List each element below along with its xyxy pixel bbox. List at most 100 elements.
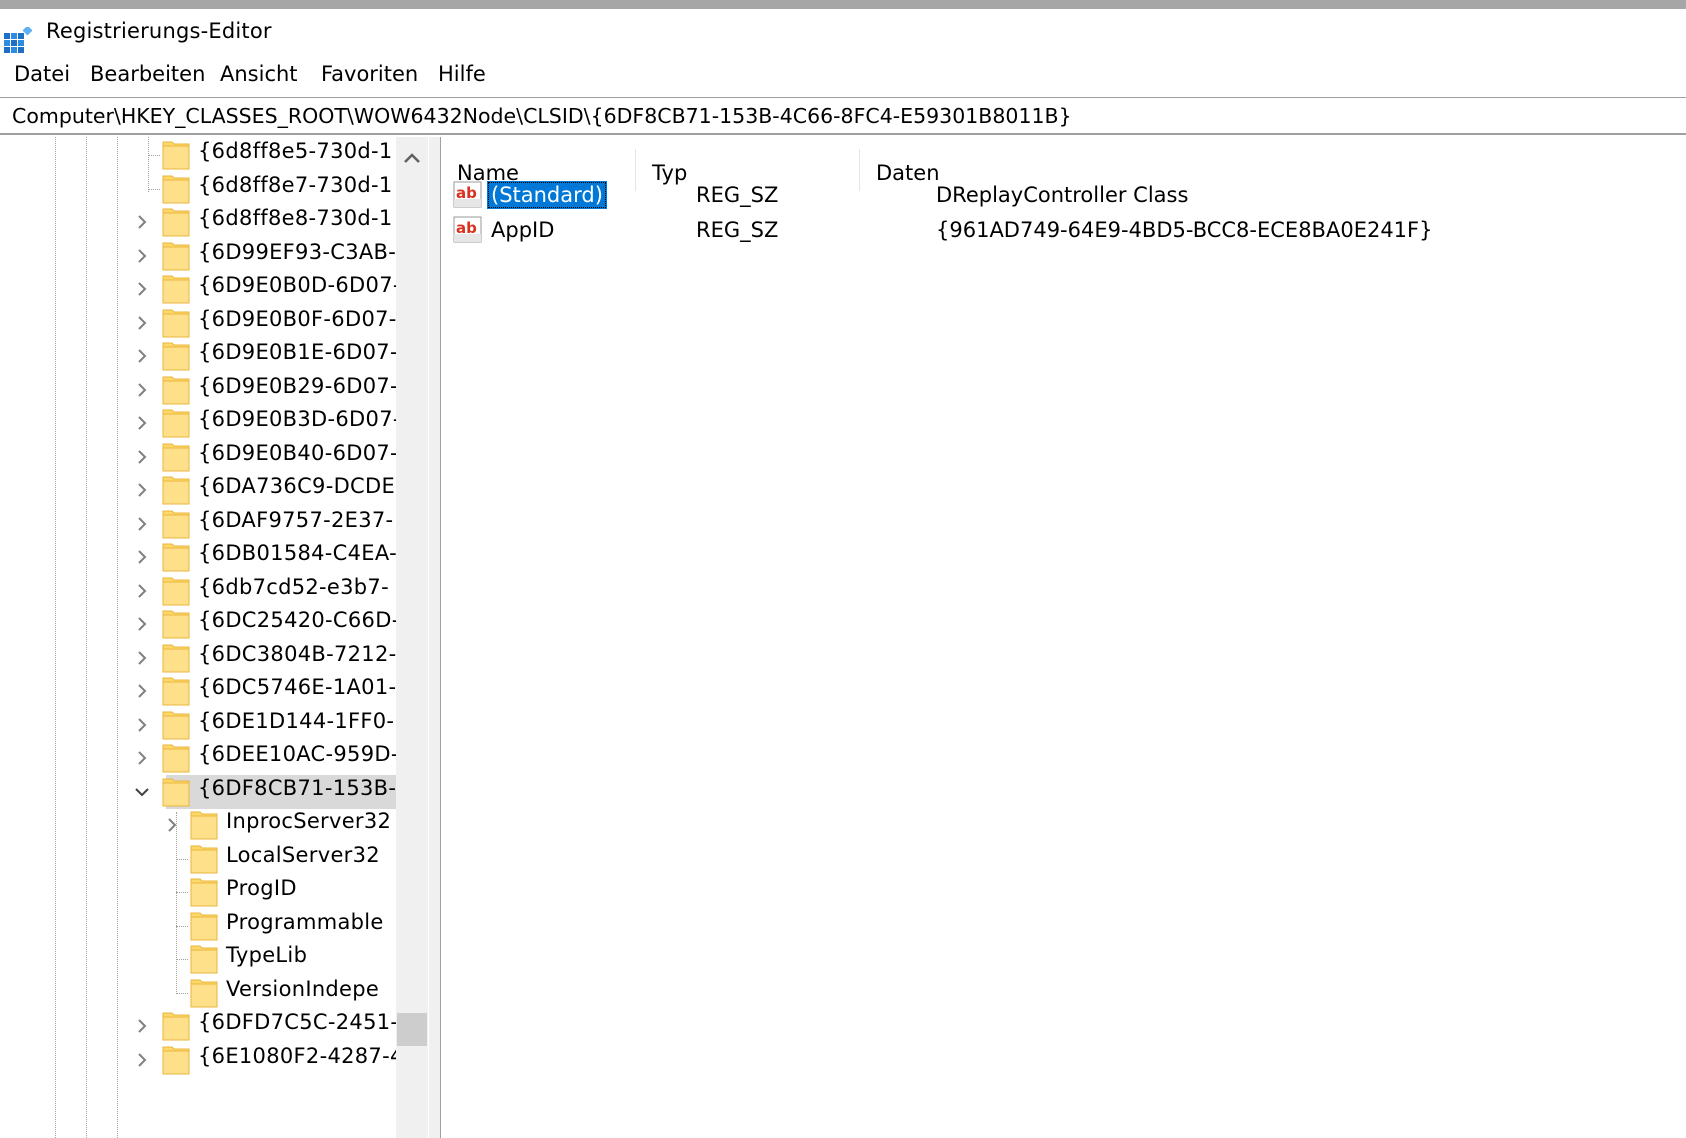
chevron-right-icon[interactable] <box>134 315 150 331</box>
tree-connector <box>148 155 160 156</box>
chevron-right-icon[interactable] <box>134 583 150 599</box>
folder-icon <box>162 610 190 639</box>
folder-icon <box>162 711 190 739</box>
value-type: REG_SZ <box>696 183 779 207</box>
scroll-up-arrow-icon[interactable] <box>396 142 428 178</box>
tree-item[interactable]: {6D9E0B40-6D07- <box>0 439 398 475</box>
tree-item-label: {6d8ff8e7-730d-1 <box>198 172 393 197</box>
tree-item-label: {6d8ff8e5-730d-1 <box>198 139 393 163</box>
tree-item[interactable]: VersionIndepe <box>0 975 396 1011</box>
tree-item[interactable]: {6d8ff8e8-730d-1 <box>0 204 396 240</box>
folder-icon <box>190 912 218 940</box>
tree-item-label: {6DB01584-C4EA- <box>198 541 397 565</box>
value-name[interactable]: (Standard) <box>487 181 607 209</box>
chevron-right-icon[interactable] <box>134 516 150 532</box>
folder-icon <box>162 778 190 806</box>
chevron-right-icon[interactable] <box>164 817 180 833</box>
tree-connector <box>176 858 188 860</box>
address-path[interactable]: Computer\HKEY_CLASSES_ROOT\WOW6432Node\C… <box>12 104 1072 128</box>
chevron-right-icon[interactable] <box>134 382 150 398</box>
chevron-right-icon[interactable] <box>134 482 150 498</box>
menu-hilfe[interactable]: Hilfe <box>438 62 486 86</box>
value-type: REG_SZ <box>696 218 779 242</box>
key-tree[interactable]: {6d8ff8e5-730d-1 {6d8ff8e7-730d-1 {6d8ff8e… <box>0 137 398 1138</box>
value-row[interactable]: ab AppID REG_SZ {961AD749-64E9-4BD5-BCC8-EC… <box>441 212 1686 248</box>
tree-scrollbar[interactable] <box>396 137 428 1138</box>
folder-icon <box>190 878 218 907</box>
tree-connector <box>148 188 160 190</box>
chevron-right-icon[interactable] <box>134 750 150 766</box>
folder-icon <box>162 644 190 672</box>
folder-icon <box>162 1012 190 1041</box>
chevron-right-icon[interactable] <box>134 248 150 264</box>
chevron-right-icon[interactable] <box>134 214 150 230</box>
tree-item[interactable]: Programmable <box>0 908 396 944</box>
tree-item[interactable]: {6DC5746E-1A01- <box>0 673 396 709</box>
menu-ansicht[interactable]: Ansicht <box>220 62 298 86</box>
tree-item[interactable]: {6db7cd52-e3b7- <box>0 573 396 609</box>
folder-icon <box>190 845 218 873</box>
chevron-right-icon[interactable] <box>134 717 150 733</box>
tree-item[interactable]: {6D9E0B3D-6D07- <box>0 405 398 441</box>
tree-item-label: {6DC5746E-1A01- <box>198 675 397 699</box>
tree-item[interactable]: {6d8ff8e5-730d-1 <box>0 137 396 173</box>
tree-connector <box>176 992 188 994</box>
window-top-edge <box>0 0 1686 9</box>
tree-item[interactable]: {6D9E0B29-6D07- <box>0 372 398 408</box>
tree-item[interactable]: {6d8ff8e7-730d-1 <box>0 171 396 207</box>
scrollbar-thumb[interactable] <box>397 1013 427 1046</box>
value-data: DReplayController Class <box>936 183 1189 207</box>
chevron-right-icon[interactable] <box>134 1052 150 1068</box>
chevron-right-icon[interactable] <box>134 650 150 666</box>
tree-item[interactable]: {6DFD7C5C-2451- <box>0 1008 398 1044</box>
tree-item[interactable]: {6DA736C9-DCDE <box>0 472 396 508</box>
folder-icon <box>162 677 190 706</box>
tree-item[interactable]: ProgID <box>0 874 396 910</box>
reg-sz-icon: ab <box>453 216 482 243</box>
tree-item[interactable]: LocalServer32 <box>0 841 396 877</box>
chevron-right-icon[interactable] <box>134 683 150 699</box>
tree-item[interactable]: {6D9E0B0F-6D07- <box>0 305 396 341</box>
menu-datei[interactable]: Datei <box>14 62 70 86</box>
tree-item-label: {6d8ff8e8-730d-1 <box>198 206 393 230</box>
folder-icon <box>190 945 218 974</box>
menu-favoriten[interactable]: Favoriten <box>321 62 418 86</box>
tree-item[interactable]: {6DEE10AC-959D- <box>0 740 398 776</box>
menu-bearbeiten[interactable]: Bearbeiten <box>90 62 205 86</box>
tree-item[interactable]: {6D9E0B0D-6D07- <box>0 271 398 307</box>
chevron-right-icon[interactable] <box>134 281 150 297</box>
chevron-right-icon[interactable] <box>134 415 150 431</box>
tree-item[interactable]: InprocServer32 <box>0 807 396 843</box>
tree-item[interactable]: {6DC25420-C66D- <box>0 606 398 642</box>
values-list[interactable]: Name Typ Daten ab (Standard) REG_SZ DReplay… <box>441 137 1686 1138</box>
folder-icon <box>162 744 190 773</box>
tree-item[interactable]: {6DE1D144-1FF0- <box>0 707 396 743</box>
folder-icon <box>190 811 218 840</box>
chevron-right-icon[interactable] <box>134 348 150 364</box>
value-row[interactable]: ab (Standard) REG_SZ DReplayController Clas… <box>441 177 1686 213</box>
chevron-right-icon[interactable] <box>134 616 150 632</box>
tree-item[interactable]: {6DF8CB71-153B- <box>0 774 396 810</box>
tree-item[interactable]: {6D9E0B1E-6D07- <box>0 338 398 374</box>
folder-icon <box>162 242 190 270</box>
chevron-right-icon[interactable] <box>134 449 150 465</box>
tree-connector <box>176 925 188 927</box>
tree-item[interactable]: {6DB01584-C4EA- <box>0 539 397 575</box>
tree-item-label: {6db7cd52-e3b7- <box>198 574 389 599</box>
tree-item[interactable]: {6E1080F2-4287-4 <box>0 1042 398 1078</box>
tree-item[interactable]: {6DAF9757-2E37- <box>0 506 396 542</box>
folder-icon <box>162 141 190 170</box>
folder-icon <box>162 476 190 505</box>
folder-icon <box>162 309 190 337</box>
chevron-right-icon[interactable] <box>134 1018 150 1034</box>
tree-item[interactable]: TypeLib <box>0 941 396 977</box>
tree-item-label: {6D9E0B1E-6D07- <box>198 340 398 364</box>
chevron-right-icon[interactable] <box>134 549 150 565</box>
folder-icon <box>162 376 190 404</box>
value-name[interactable]: AppID <box>487 216 558 244</box>
tree-item-label: Programmable <box>226 909 384 934</box>
chevron-down-icon[interactable] <box>134 784 150 800</box>
tree-item[interactable]: {6D99EF93-C3AB- <box>0 238 396 274</box>
tree-item[interactable]: {6DC3804B-7212- <box>0 640 396 676</box>
folder-icon <box>162 208 190 237</box>
